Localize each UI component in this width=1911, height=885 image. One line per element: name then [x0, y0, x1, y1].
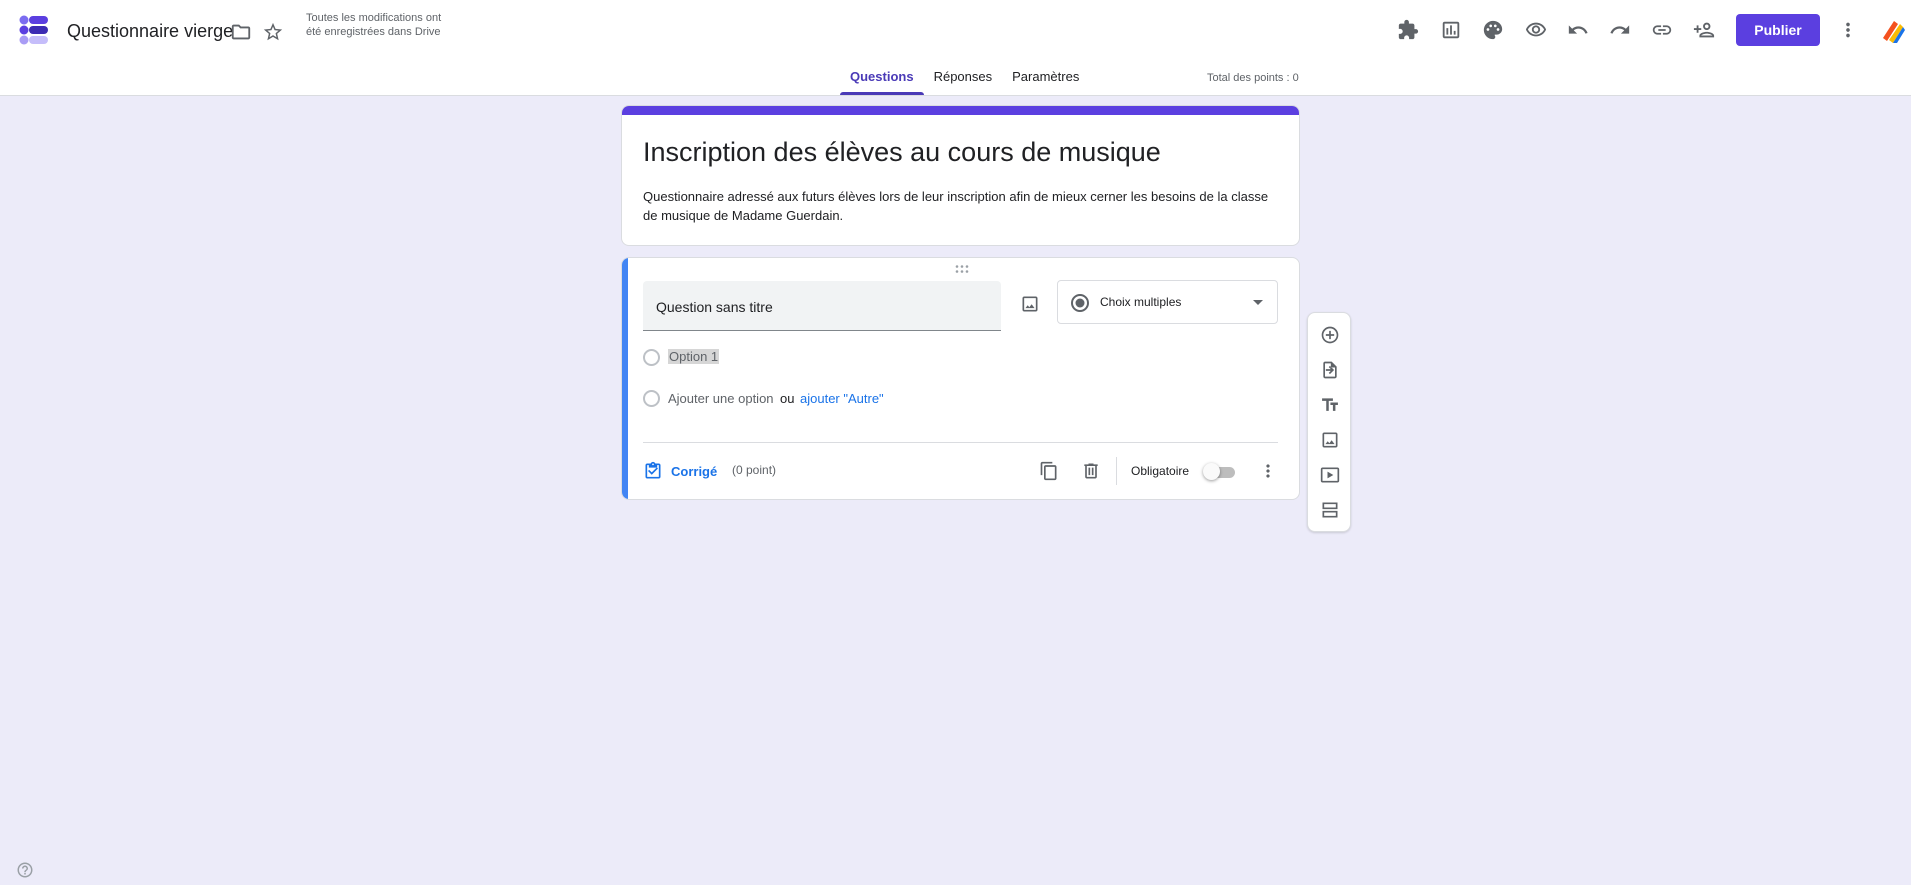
- add-image-icon[interactable]: [1318, 428, 1342, 452]
- add-section-icon[interactable]: [1318, 498, 1342, 522]
- tab-questions[interactable]: Questions: [840, 60, 924, 96]
- duplicate-icon[interactable]: [1037, 459, 1061, 483]
- tab-responses[interactable]: Réponses: [924, 60, 1003, 96]
- more-vert-icon[interactable]: [1836, 18, 1860, 42]
- help-icon[interactable]: [16, 861, 34, 879]
- drag-handle-icon[interactable]: [954, 264, 970, 274]
- form-template-icon[interactable]: [1439, 18, 1463, 42]
- add-option-radio: [643, 390, 660, 407]
- tab-settings[interactable]: Paramètres: [1002, 60, 1089, 96]
- redo-icon[interactable]: [1608, 18, 1632, 42]
- undo-icon[interactable]: [1566, 18, 1590, 42]
- total-points: Total des points : 0: [1207, 72, 1299, 84]
- question-card[interactable]: Question sans titre Choix multiples Opti…: [621, 257, 1300, 500]
- required-label: Obligatoire: [1131, 464, 1190, 478]
- question-title-text: Question sans titre: [656, 299, 773, 315]
- dropdown-arrow-icon: [1253, 300, 1263, 305]
- toggle-knob: [1203, 463, 1220, 480]
- delete-icon[interactable]: [1079, 459, 1103, 483]
- add-title-icon[interactable]: [1318, 393, 1342, 417]
- add-option-button[interactable]: Ajouter une option: [668, 391, 774, 406]
- side-toolbar: [1307, 312, 1351, 532]
- preview-icon[interactable]: [1524, 18, 1548, 42]
- addons-icon[interactable]: [1396, 18, 1420, 42]
- footer-vertical-divider: [1116, 457, 1117, 485]
- save-status: Toutes les modifications ont été enregis…: [306, 12, 442, 38]
- form-tabs: Questions Réponses Paramètres: [840, 60, 1089, 96]
- option-radio: [643, 349, 660, 366]
- question-title-input[interactable]: Question sans titre: [643, 281, 1001, 331]
- move-to-folder-icon[interactable]: [229, 20, 253, 44]
- document-title[interactable]: Questionnaire vierge: [67, 21, 233, 42]
- required-toggle[interactable]: [1203, 463, 1237, 480]
- publish-button[interactable]: Publier: [1736, 14, 1820, 46]
- answer-key-button[interactable]: Corrigé: [643, 459, 717, 483]
- link-icon[interactable]: [1650, 18, 1674, 42]
- form-title[interactable]: Inscription des élèves au cours de musiq…: [643, 137, 1161, 168]
- palette-icon[interactable]: [1481, 18, 1505, 42]
- radio-button-checked-icon: [1071, 294, 1089, 312]
- add-video-icon[interactable]: [1318, 463, 1342, 487]
- option-1-input[interactable]: Option 1: [668, 349, 720, 364]
- answer-key-label: Corrigé: [671, 463, 718, 479]
- footer-divider: [643, 442, 1278, 443]
- question-more-icon[interactable]: [1256, 459, 1280, 483]
- add-collaborator-icon[interactable]: [1692, 18, 1716, 42]
- question-type-select[interactable]: Choix multiples: [1057, 280, 1278, 324]
- add-image-to-question-icon[interactable]: [1017, 291, 1043, 317]
- account-avatar-icon[interactable]: [1880, 18, 1906, 44]
- form-title-card[interactable]: Inscription des élèves au cours de musiq…: [621, 105, 1300, 246]
- app-header: Questionnaire vierge Toutes les modifica…: [0, 0, 1911, 96]
- star-icon[interactable]: [261, 20, 285, 44]
- add-other-link[interactable]: ajouter "Autre": [800, 391, 884, 406]
- add-question-icon[interactable]: [1318, 323, 1342, 347]
- or-label: ou: [780, 391, 795, 406]
- assignment-check-icon: [645, 461, 661, 479]
- question-active-indicator: [622, 258, 628, 499]
- form-description[interactable]: Questionnaire adressé aux futurs élèves …: [643, 187, 1283, 225]
- question-type-label: Choix multiples: [1100, 295, 1182, 309]
- forms-logo-icon[interactable]: [18, 14, 50, 46]
- import-questions-icon[interactable]: [1318, 358, 1342, 382]
- title-card-accent: [622, 106, 1299, 115]
- points-label: (0 point): [732, 463, 777, 477]
